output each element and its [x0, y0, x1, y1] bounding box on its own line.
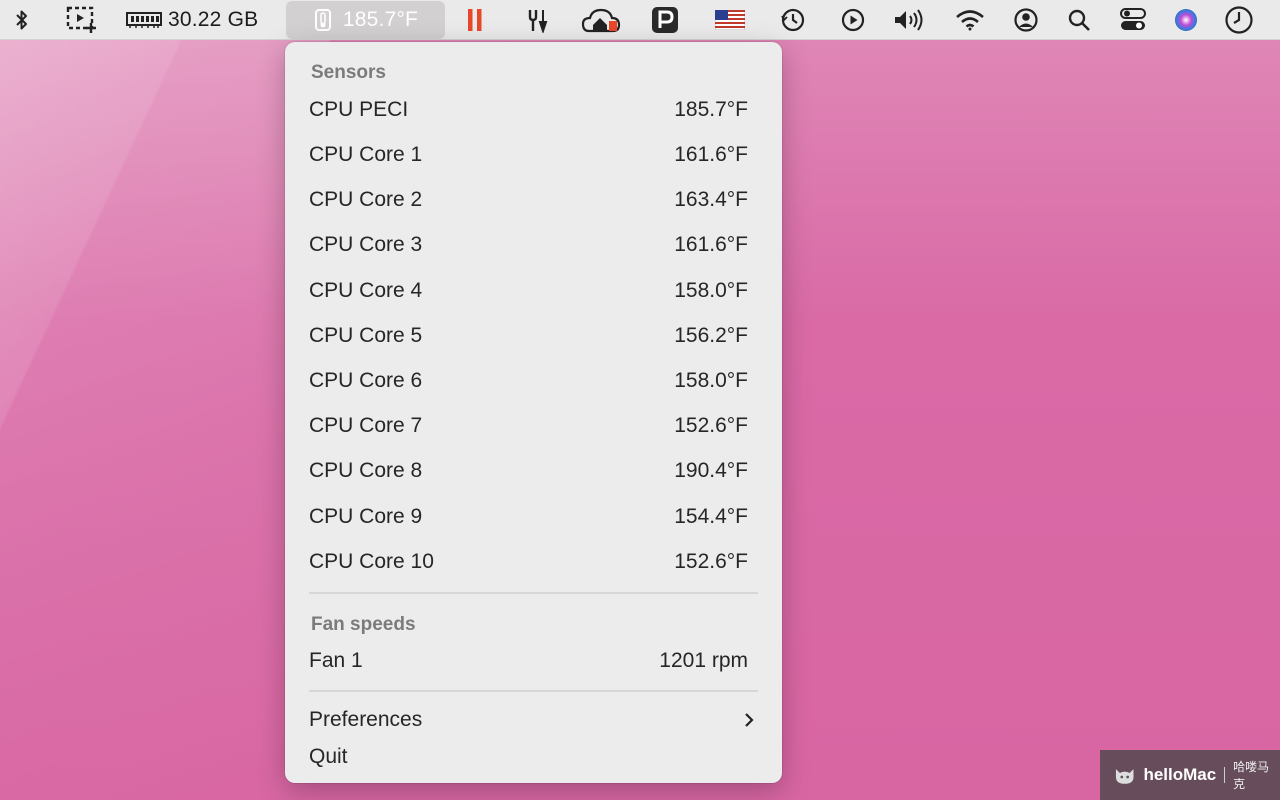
bluetooth-icon[interactable] — [10, 0, 34, 40]
fan-value: 1201 rpm — [659, 649, 748, 672]
search-icon[interactable] — [1066, 0, 1092, 40]
preferences-menu-item[interactable]: Preferences — [309, 702, 758, 738]
sensor-row-cpu-core-3[interactable]: CPU Core 3 161.6°F — [309, 227, 748, 263]
temperature-value: 185.7°F — [342, 8, 419, 31]
sensor-value: 158.0°F — [674, 369, 748, 392]
fan-label: Fan 1 — [309, 649, 363, 672]
thermometer-icon — [314, 9, 331, 31]
chevron-right-icon — [744, 711, 758, 729]
sensor-row-cpu-core-5[interactable]: CPU Core 5 156.2°F — [309, 318, 748, 354]
sensor-row-cpu-core-10[interactable]: CPU Core 10 152.6°F — [309, 544, 748, 580]
sensor-value: 152.6°F — [674, 550, 748, 573]
sensor-value: 154.4°F — [674, 505, 748, 528]
sensor-label: CPU Core 1 — [309, 143, 423, 166]
quit-menu-item[interactable]: Quit — [309, 739, 748, 775]
play-icon[interactable] — [840, 0, 866, 40]
sensor-label: CPU Core 10 — [309, 550, 434, 573]
sensor-label: CPU Core 2 — [309, 188, 423, 211]
screenshot-icon[interactable] — [64, 0, 100, 40]
sensor-label: CPU Core 8 — [309, 459, 423, 482]
sensor-label: CPU Core 4 — [309, 279, 423, 302]
menu-divider — [309, 690, 758, 692]
sensor-value: 185.7°F — [674, 98, 748, 121]
sensor-label: CPU Core 3 — [309, 233, 423, 256]
fan-speeds-header: Fan speeds — [311, 614, 416, 635]
sensor-value: 161.6°F — [674, 143, 748, 166]
siri-icon[interactable] — [1172, 0, 1200, 40]
sensor-row-cpu-core-2[interactable]: CPU Core 2 163.4°F — [309, 182, 748, 218]
quit-label: Quit — [309, 745, 348, 768]
volume-icon[interactable] — [890, 0, 928, 40]
control-center-icon[interactable] — [1118, 0, 1148, 40]
sensor-value: 190.4°F — [674, 459, 748, 482]
cloud-home-icon[interactable] — [580, 0, 624, 40]
sensor-row-cpu-core-1[interactable]: CPU Core 1 161.6°F — [309, 137, 748, 173]
parking-icon[interactable] — [650, 0, 680, 40]
sensor-value: 156.2°F — [674, 324, 748, 347]
sensor-label: CPU Core 6 — [309, 369, 423, 392]
sensor-row-cpu-core-4[interactable]: CPU Core 4 158.0°F — [309, 273, 748, 309]
clock-icon[interactable] — [1224, 0, 1254, 40]
tools-icon[interactable] — [524, 0, 552, 40]
sensor-label: CPU PECI — [309, 98, 409, 121]
memory-icon — [126, 12, 162, 28]
menu-divider — [309, 592, 758, 594]
sensor-value: 163.4°F — [674, 188, 748, 211]
sensor-value: 161.6°F — [674, 233, 748, 256]
sensor-row-cpu-core-7[interactable]: CPU Core 7 152.6°F — [309, 408, 748, 444]
sensor-label: CPU Core 9 — [309, 505, 423, 528]
sensor-label: CPU Core 7 — [309, 414, 423, 437]
us-flag-icon[interactable] — [714, 0, 746, 40]
sensor-row-cpu-peci[interactable]: CPU PECI 185.7°F — [309, 92, 748, 128]
sensor-value: 158.0°F — [674, 279, 748, 302]
sensor-row-cpu-core-9[interactable]: CPU Core 9 154.4°F — [309, 499, 748, 535]
watermark-cn: 哈喽马克 — [1233, 760, 1270, 791]
watermark: helloMac 哈喽马克 — [1100, 750, 1280, 800]
fan-row-fan-1[interactable]: Fan 1 1201 rpm — [309, 643, 748, 679]
memory-value: 30.22 GB — [168, 8, 259, 31]
user-icon[interactable] — [1012, 0, 1040, 40]
sensor-label: CPU Core 5 — [309, 324, 423, 347]
memory-status[interactable]: 30.22 GB — [126, 0, 274, 40]
cat-logo-icon — [1115, 769, 1134, 784]
watermark-separator — [1224, 767, 1226, 783]
sensor-row-cpu-core-6[interactable]: CPU Core 6 158.0°F — [309, 363, 748, 399]
menu-bar: 30.22 GB 185.7°F — [0, 0, 1280, 40]
sensors-dropdown-menu: Sensors CPU PECI 185.7°F CPU Core 1 161.6°… — [285, 42, 782, 783]
sensors-header: Sensors — [311, 62, 386, 83]
wallpaper-sheen — [0, 40, 330, 800]
temperature-status-button[interactable]: 185.7°F — [286, 1, 445, 39]
preferences-label: Preferences — [309, 708, 423, 731]
wifi-icon[interactable] — [954, 0, 986, 40]
pause-icon[interactable] — [462, 0, 488, 40]
sensor-row-cpu-core-8[interactable]: CPU Core 8 190.4°F — [309, 453, 748, 489]
watermark-brand: helloMac — [1143, 765, 1217, 784]
time-machine-icon[interactable] — [780, 0, 806, 40]
sensor-value: 152.6°F — [674, 414, 748, 437]
